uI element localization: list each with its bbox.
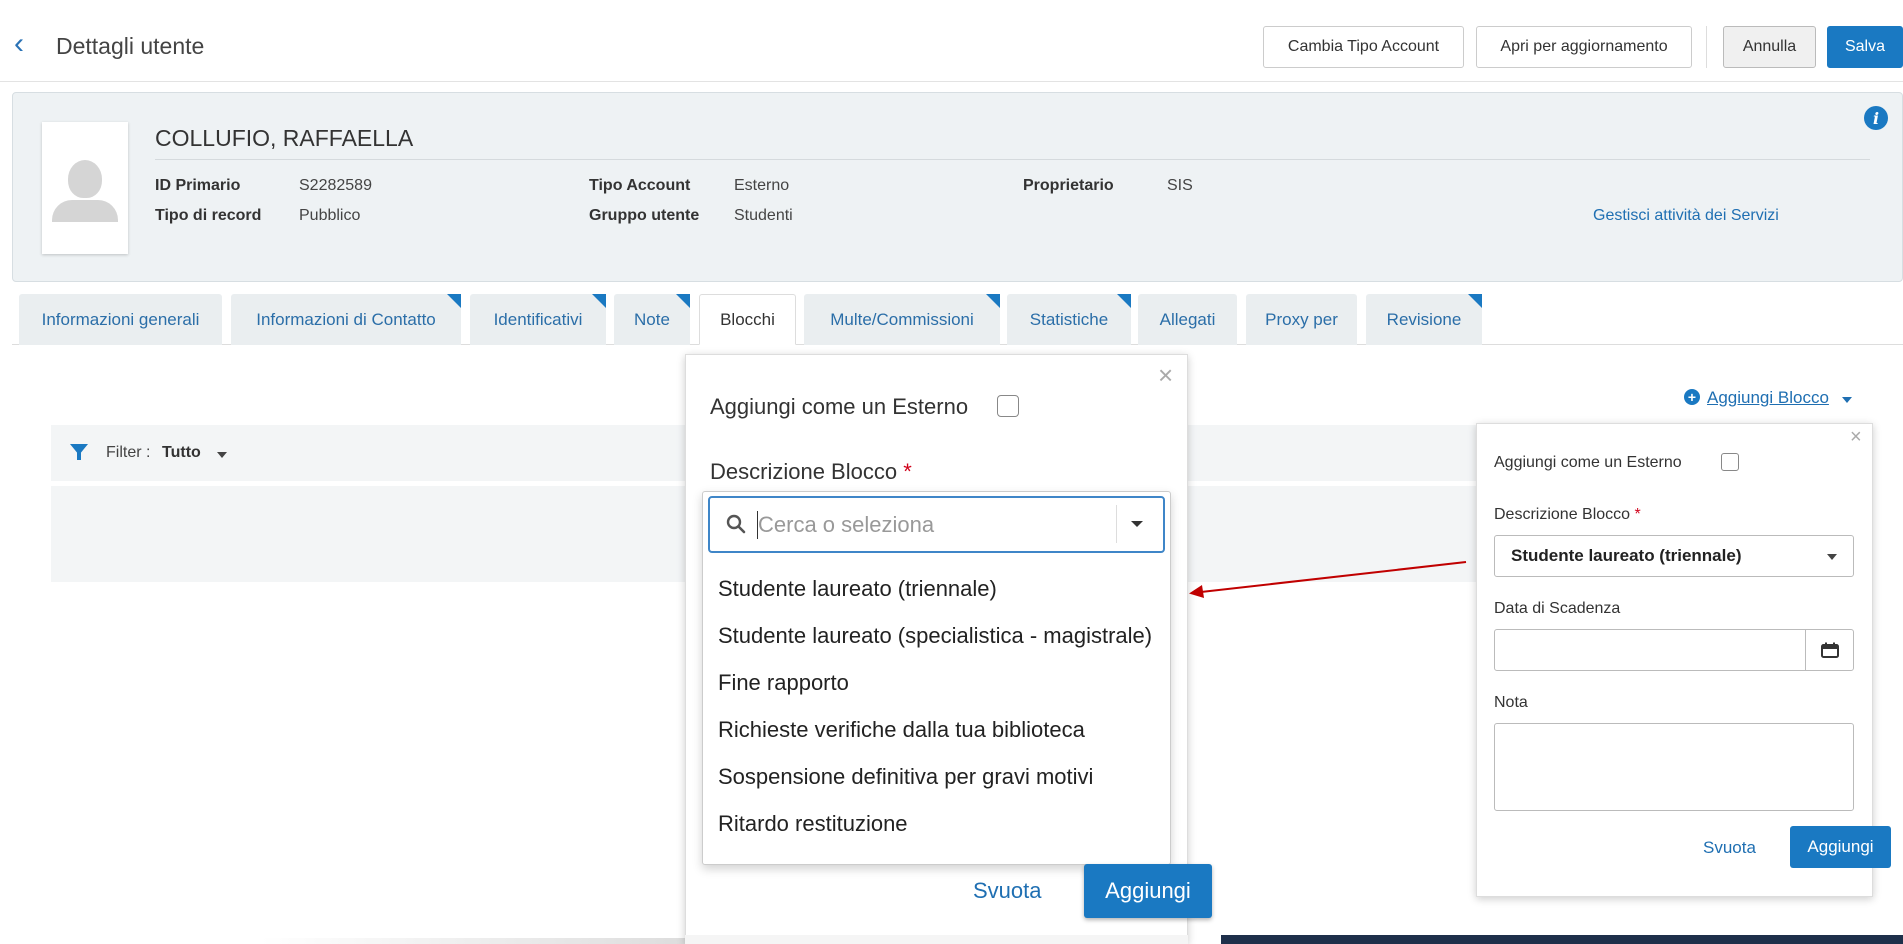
text-cursor: [757, 511, 758, 539]
tab-label: Revisione: [1386, 309, 1462, 329]
block-description-label: Descrizione Blocco *: [1494, 506, 1641, 524]
field-value: S2282589: [299, 177, 372, 194]
block-description-select[interactable]: Studente laureato (triennale): [1494, 535, 1854, 577]
clear-button[interactable]: Svuota: [1703, 838, 1756, 858]
block-description-label: Descrizione Blocco *: [710, 459, 912, 485]
tab-label: Statistiche: [1029, 309, 1109, 329]
tab-marker-icon: [986, 294, 1000, 308]
field-value: SIS: [1167, 177, 1193, 194]
expiry-date-input[interactable]: [1494, 629, 1806, 671]
note-label: Nota: [1494, 694, 1528, 711]
external-checkbox-label: Aggiungi come un Esterno: [1494, 454, 1682, 471]
calendar-button[interactable]: [1805, 629, 1854, 671]
tab-marker-icon: [447, 294, 461, 308]
page-title: Dettagli utente: [56, 33, 205, 59]
calendar-icon: [1820, 642, 1839, 658]
divider: [1116, 505, 1117, 543]
selected-value: Studente laureato (triennale): [1511, 546, 1742, 565]
dropdown-option[interactable]: Richieste verifiche dalla tua biblioteca: [718, 717, 1085, 743]
info-icon[interactable]: i: [1864, 106, 1888, 130]
change-account-type-button[interactable]: Cambia Tipo Account: [1263, 26, 1464, 68]
search-icon: [726, 514, 746, 534]
user-summary-card: [12, 92, 1903, 282]
annotation-arrow-icon: [1189, 561, 1467, 598]
tab-marker-icon: [1117, 294, 1131, 308]
tab-marker-icon: [1468, 294, 1482, 308]
field-value: Pubblico: [299, 207, 361, 224]
dropdown-option[interactable]: Studente laureato (triennale): [718, 576, 997, 602]
tab-label: Identificativi: [493, 309, 583, 329]
field-label: Tipo di record: [155, 207, 262, 224]
avatar-body: [52, 200, 118, 222]
tab-proxy-for[interactable]: Proxy per: [1246, 294, 1357, 345]
save-button[interactable]: Salva: [1827, 26, 1903, 68]
dropdown-option[interactable]: Studente laureato (specialistica - magis…: [718, 623, 1152, 649]
required-mark: *: [903, 459, 912, 484]
dropdown-option[interactable]: Fine rapporto: [718, 670, 849, 696]
tab-contact-info[interactable]: Informazioni di Contatto: [231, 294, 461, 345]
tab-marker-icon: [676, 294, 690, 308]
block-description-text: Descrizione Blocco: [1494, 506, 1631, 523]
tab-statistics[interactable]: Statistiche: [1007, 294, 1131, 345]
field-label: Proprietario: [1023, 177, 1114, 194]
add-button[interactable]: Aggiungi: [1084, 864, 1212, 918]
block-search-box[interactable]: [708, 496, 1165, 553]
expiry-date-label: Data di Scadenza: [1494, 600, 1621, 617]
add-button[interactable]: Aggiungi: [1790, 826, 1891, 868]
chevron-down-icon[interactable]: [1827, 554, 1837, 560]
external-checkbox[interactable]: [997, 395, 1019, 417]
divider: [260, 938, 685, 944]
tab-label: Allegati: [1159, 309, 1216, 329]
tab-label: Informazioni di Contatto: [256, 309, 436, 329]
cancel-button[interactable]: Annulla: [1723, 26, 1816, 68]
tab-label: Informazioni generali: [41, 309, 200, 329]
field-value: Studenti: [734, 207, 793, 224]
chevron-down-icon[interactable]: [1131, 521, 1143, 527]
tab-marker-icon: [592, 294, 606, 308]
block-description-text: Descrizione Blocco: [710, 459, 898, 484]
external-checkbox-label: Aggiungi come un Esterno: [710, 394, 969, 419]
tab-fines-fees[interactable]: Multe/Commissioni: [804, 294, 1000, 345]
tab-label: Note: [634, 309, 670, 329]
dropdown-option[interactable]: Ritardo restituzione: [718, 811, 908, 837]
close-icon[interactable]: ×: [1850, 427, 1862, 447]
open-for-update-button[interactable]: Apri per aggiornamento: [1476, 26, 1692, 68]
tab-label: Multe/Commissioni: [830, 309, 974, 329]
tab-label: Blocchi: [720, 309, 775, 329]
footer-bar: [1221, 935, 1903, 944]
tab-blocks[interactable]: Blocchi: [699, 294, 796, 345]
filter-label: Filter :: [106, 444, 151, 461]
note-textarea[interactable]: [1494, 723, 1854, 811]
tab-label: Proxy per: [1265, 309, 1338, 329]
avatar-head: [68, 160, 102, 198]
tab-history[interactable]: Revisione: [1366, 294, 1482, 345]
chevron-down-icon[interactable]: [217, 452, 227, 458]
tab-attachments[interactable]: Allegati: [1138, 294, 1237, 345]
filter-icon-stem: [77, 452, 81, 460]
filter-dropdown[interactable]: Tutto: [162, 444, 201, 462]
external-checkbox[interactable]: [1721, 453, 1739, 471]
plus-circle-icon[interactable]: +: [1684, 389, 1700, 405]
field-label: Tipo Account: [589, 177, 691, 194]
manage-services-link[interactable]: Gestisci attività dei Servizi: [1593, 207, 1779, 225]
close-icon[interactable]: ×: [1158, 362, 1173, 388]
field-value: Esterno: [734, 177, 790, 194]
field-label: Gruppo utente: [589, 207, 700, 224]
dropdown-option[interactable]: Sospensione definitiva per gravi motivi: [718, 764, 1093, 790]
divider: [155, 159, 1870, 160]
add-block-link[interactable]: Aggiungi Blocco: [1707, 388, 1829, 408]
user-name: COLLUFIO, RAFFAELLA: [155, 125, 414, 151]
field-label: ID Primario: [155, 177, 241, 194]
clear-button[interactable]: Svuota: [973, 878, 1042, 904]
popover-footer: [685, 935, 1188, 944]
required-mark: *: [1634, 506, 1641, 523]
tab-notes[interactable]: Note: [614, 294, 690, 345]
back-arrow-icon[interactable]: ‹: [14, 29, 40, 59]
block-search-input[interactable]: [758, 510, 1108, 540]
chevron-down-icon[interactable]: [1842, 397, 1852, 403]
tab-general-info[interactable]: Informazioni generali: [19, 294, 222, 345]
tab-identifiers[interactable]: Identificativi: [470, 294, 606, 345]
avatar: [42, 122, 128, 254]
toolbar-divider: [1706, 26, 1707, 68]
